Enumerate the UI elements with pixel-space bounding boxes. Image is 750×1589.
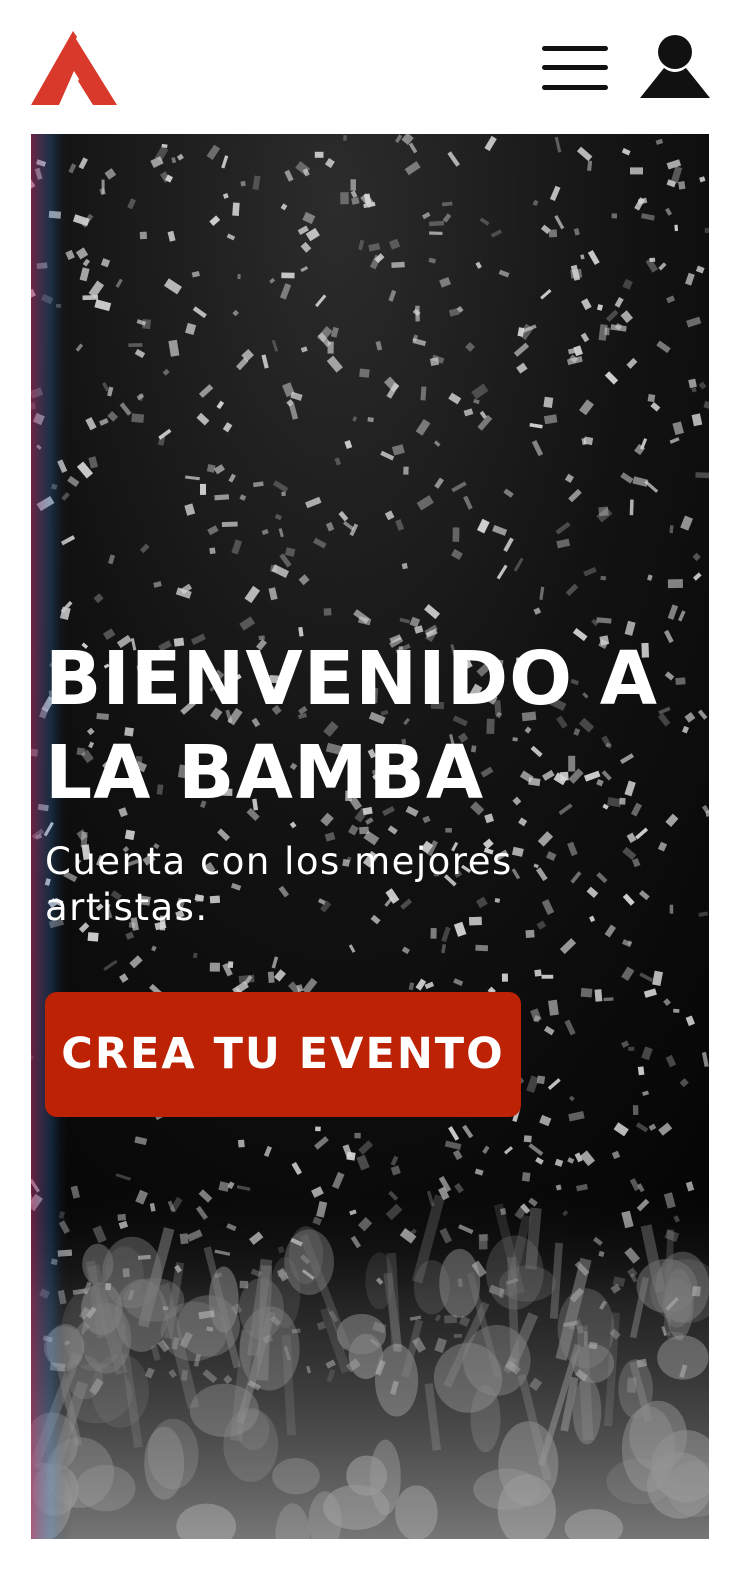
hamburger-menu-icon[interactable]	[540, 44, 610, 92]
menu-line	[542, 46, 608, 51]
hero-background-image	[31, 134, 709, 1539]
hero-title: BIENVENIDO A LA BAMBA	[45, 636, 659, 816]
la-bamba-logo-icon[interactable]	[31, 31, 123, 105]
home-page: BIENVENIDO A LA BAMBA Cuenta con los mej…	[0, 0, 750, 1589]
menu-line	[542, 85, 608, 90]
user-account-icon[interactable]	[640, 34, 710, 100]
site-header	[0, 0, 750, 135]
menu-line	[542, 65, 608, 70]
create-event-button[interactable]: CREA TU EVENTO	[45, 992, 521, 1117]
hero-subtitle: Cuenta con los mejores artistas.	[45, 840, 513, 929]
hero-section: BIENVENIDO A LA BAMBA Cuenta con los mej…	[31, 134, 709, 1539]
